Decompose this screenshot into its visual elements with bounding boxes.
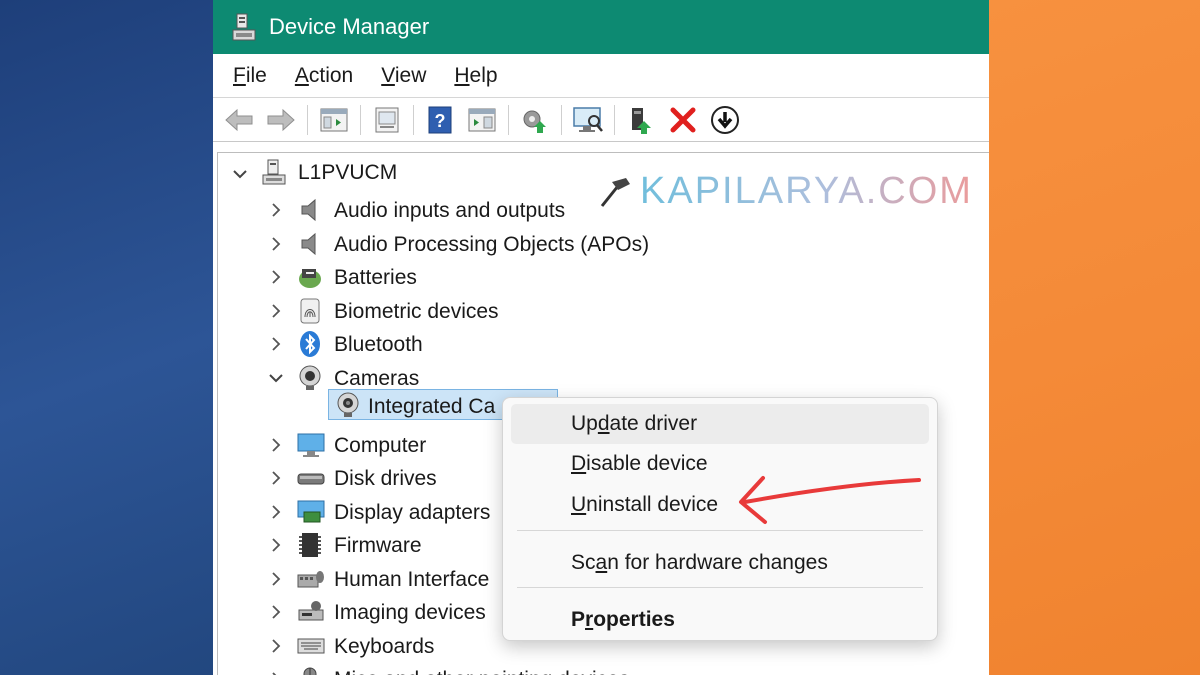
toolbar: ? <box>213 98 989 142</box>
speaker-icon <box>296 196 324 224</box>
show-hide-console-tree-button[interactable] <box>318 104 350 136</box>
scan-hardware-button[interactable] <box>572 104 604 136</box>
toolbar-separator <box>413 104 414 135</box>
forward-button[interactable] <box>265 104 297 136</box>
expand-chevron-icon[interactable] <box>266 602 286 622</box>
menu-separator <box>517 530 923 531</box>
properties-icon <box>375 107 399 132</box>
expand-chevron-icon[interactable] <box>266 334 286 354</box>
annotation-arrow <box>739 476 921 524</box>
tree-item-label[interactable]: Biometric devices <box>334 300 499 324</box>
help-button[interactable]: ? <box>424 104 456 136</box>
menu-bar: File Action View Help <box>213 54 989 98</box>
expand-chevron-icon[interactable] <box>266 435 286 455</box>
tree-item-label[interactable]: Human Interface <box>334 568 489 592</box>
fingerprint-icon <box>296 297 324 325</box>
toolbar-separator <box>561 104 562 135</box>
device-manager-icon <box>231 12 257 42</box>
webcam-icon <box>334 391 362 419</box>
menu-help[interactable]: Help <box>454 64 497 88</box>
scanner-icon <box>296 598 324 626</box>
menu-separator <box>517 587 923 588</box>
toolbar-separator <box>307 104 308 135</box>
tree-item-label[interactable]: Bluetooth <box>334 333 423 357</box>
update-driver-icon <box>523 110 546 133</box>
tree-root-label[interactable]: L1PVUCM <box>298 161 397 185</box>
tree-item-label[interactable]: Computer <box>334 434 426 458</box>
tree-item-label[interactable]: Mice and other pointing devices <box>334 668 629 675</box>
hid-icon <box>296 565 324 593</box>
enable-device-icon <box>632 107 651 134</box>
disk-drive-icon <box>296 464 325 492</box>
properties-button[interactable] <box>371 104 403 136</box>
expand-chevron-icon[interactable] <box>266 669 286 675</box>
menu-view[interactable]: View <box>381 64 426 88</box>
computer-root-icon <box>260 158 288 186</box>
toolbar-separator <box>360 104 361 135</box>
expand-chevron-icon[interactable] <box>266 301 286 321</box>
window-title: Device Manager <box>269 14 430 39</box>
battery-icon <box>296 263 324 291</box>
background-left <box>0 0 215 675</box>
bluetooth-icon <box>296 330 324 358</box>
tree-item-label[interactable]: Audio inputs and outputs <box>334 199 565 223</box>
webcam-icon <box>296 364 324 392</box>
enable-device-button[interactable] <box>625 104 657 136</box>
expand-chevron-icon[interactable] <box>266 636 286 656</box>
disable-device-button[interactable] <box>709 104 741 136</box>
toolbar-separator <box>614 104 615 135</box>
expand-chevron-icon[interactable] <box>266 468 286 488</box>
expand-chevron-icon[interactable] <box>266 234 286 254</box>
disable-device-icon <box>711 105 739 134</box>
mouse-icon <box>296 665 324 675</box>
speaker-icon <box>296 230 324 258</box>
device-manager-window: Device Manager File Action View Help ? L… <box>213 0 989 675</box>
integrated-camera-label[interactable]: Integrated Ca <box>368 395 495 419</box>
keyboard-icon <box>296 632 325 660</box>
expand-chevron-icon[interactable] <box>266 535 286 555</box>
tree-item-label[interactable]: Imaging devices <box>334 601 486 625</box>
collapse-chevron-icon[interactable] <box>266 368 286 388</box>
expand-chevron-icon[interactable] <box>266 267 286 287</box>
tree-item-label[interactable]: Audio Processing Objects (APOs) <box>334 233 649 257</box>
back-icon <box>225 108 253 131</box>
collapse-chevron-icon[interactable] <box>230 164 250 184</box>
action-pane-button[interactable] <box>466 104 498 136</box>
hammer-logo-icon <box>600 177 630 207</box>
scan-hardware-icon <box>573 106 603 132</box>
tree-item-label[interactable]: Keyboards <box>334 635 434 659</box>
menu-properties[interactable]: Pr operties <box>511 600 929 640</box>
tree-item-label[interactable]: Disk drives <box>334 467 437 491</box>
tree-item-label[interactable]: Display adapters <box>334 501 490 525</box>
menu-scan-hardware[interactable]: Sc a n for hardware changes <box>511 543 929 583</box>
watermark-text: KAPILARYA.COM <box>640 170 973 212</box>
monitor-icon <box>296 431 325 459</box>
expand-chevron-icon[interactable] <box>266 569 286 589</box>
expand-chevron-icon[interactable] <box>266 502 286 522</box>
help-icon: ? <box>428 106 452 133</box>
menu-update-driver[interactable]: Up d ate driver <box>511 404 929 444</box>
display-adapter-icon <box>296 498 325 526</box>
tree-item-label[interactable]: Batteries <box>334 266 417 290</box>
uninstall-device-button[interactable] <box>667 104 699 136</box>
tree-item-label[interactable]: Cameras <box>334 367 419 391</box>
action-pane-icon <box>468 108 496 131</box>
background-right <box>988 0 1200 675</box>
title-bar[interactable]: Device Manager <box>213 0 989 54</box>
menu-action[interactable]: Action <box>295 64 353 88</box>
firmware-chip-icon <box>296 531 324 559</box>
tree-item-label[interactable]: Firmware <box>334 534 422 558</box>
menu-file[interactable]: File <box>233 64 267 88</box>
update-driver-button[interactable] <box>519 104 551 136</box>
watermark: KAPILARYA.COM <box>596 170 973 213</box>
show-hide-console-tree-icon <box>320 108 348 131</box>
forward-icon <box>267 108 295 131</box>
back-button[interactable] <box>223 104 255 136</box>
uninstall-icon <box>670 107 696 132</box>
toolbar-separator <box>508 104 509 135</box>
svg-text:?: ? <box>435 111 446 131</box>
expand-chevron-icon[interactable] <box>266 200 286 220</box>
